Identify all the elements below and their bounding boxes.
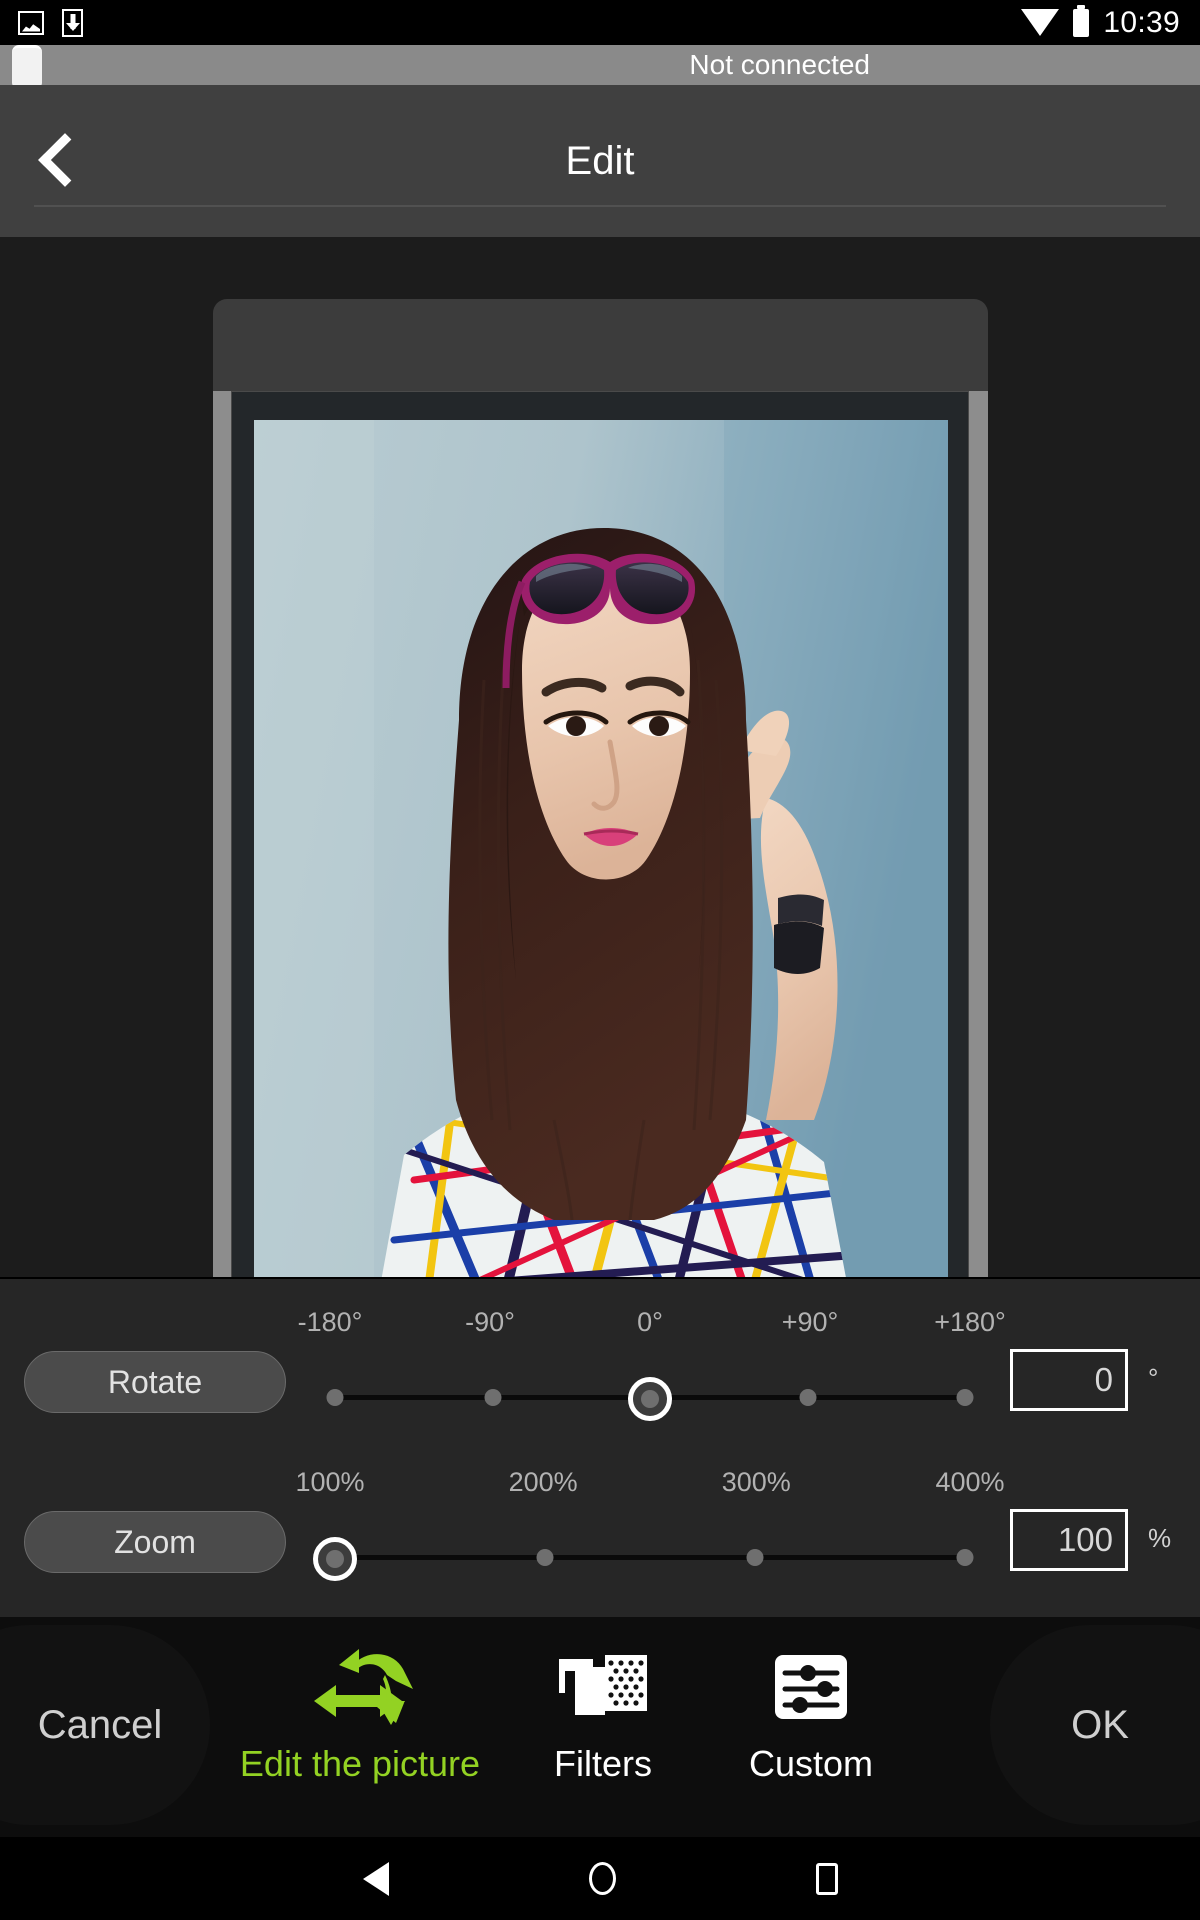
status-bar-right-icons: 10:39 bbox=[1021, 6, 1200, 40]
rotate-slider-tick bbox=[484, 1389, 501, 1406]
page-title: Edit bbox=[565, 138, 635, 183]
rotate-scale-labels: -180° -90° 0° +90° +180° bbox=[298, 1307, 1006, 1347]
tool-edit-the-picture[interactable]: Edit the picture bbox=[235, 1643, 485, 1823]
zoom-slider-scale-label: 200% bbox=[508, 1467, 578, 1497]
rotate-flip-icon bbox=[301, 1643, 419, 1731]
bottom-toolbar: Cancel Edit the picture Filters Custom O… bbox=[0, 1617, 1200, 1837]
zoom-value-input[interactable]: 100 bbox=[1010, 1509, 1128, 1571]
photo-frame bbox=[231, 391, 969, 1277]
back-icon[interactable] bbox=[362, 1861, 389, 1896]
battery-icon bbox=[1073, 8, 1090, 37]
preview-right-gutter bbox=[968, 391, 988, 1277]
zoom-slider[interactable] bbox=[313, 1529, 974, 1585]
rotate-slider-scale-label: -180° bbox=[297, 1307, 363, 1337]
cancel-button[interactable]: Cancel bbox=[0, 1625, 210, 1825]
clock-time: 10:39 bbox=[1103, 5, 1180, 39]
rotate-button[interactable]: Rotate bbox=[24, 1351, 286, 1413]
app-bar-divider bbox=[34, 205, 1166, 207]
recents-icon[interactable] bbox=[815, 1862, 838, 1895]
gallery-icon bbox=[18, 10, 44, 35]
zoom-control-row: Zoom 100% 200% 300% 400% 100 % bbox=[0, 1451, 1200, 1611]
zoom-slider-track[interactable] bbox=[335, 1555, 965, 1560]
filters-icon bbox=[553, 1643, 653, 1731]
zoom-slider-scale-label: 100% bbox=[295, 1467, 365, 1497]
zoom-slider-scale-label: 400% bbox=[935, 1467, 1005, 1497]
preview-card[interactable] bbox=[213, 299, 988, 1277]
app-root: 10:39 Not connected Edit Rotate -180° -9… bbox=[0, 0, 1200, 1920]
zoom-slider-tick bbox=[746, 1549, 764, 1566]
sliders-icon bbox=[769, 1643, 853, 1731]
rotate-slider-scale-label: -90° bbox=[465, 1307, 515, 1337]
download-icon bbox=[62, 8, 83, 37]
connection-status-text: Not connected bbox=[689, 49, 870, 80]
controls-panel: Rotate -180° -90° 0° +90° +180° 0 ° Zoom 100… bbox=[0, 1277, 1200, 1617]
tool-label-filters: Filters bbox=[554, 1743, 652, 1784]
app-bar: Edit bbox=[0, 85, 1200, 237]
status-bar: 10:39 bbox=[0, 0, 1200, 45]
rotate-slider-scale-label: +90° bbox=[781, 1307, 839, 1337]
rotate-value-input[interactable]: 0 bbox=[1010, 1349, 1128, 1411]
rotate-slider[interactable] bbox=[326, 1369, 974, 1425]
rotate-unit-label: ° bbox=[1148, 1363, 1159, 1393]
zoom-unit-label: % bbox=[1148, 1523, 1172, 1553]
zoom-scale-labels: 100% 200% 300% 400% bbox=[295, 1467, 1004, 1507]
wifi-icon bbox=[1021, 9, 1060, 36]
zoom-slider-scale-label: 300% bbox=[721, 1467, 791, 1497]
connection-bar: Not connected bbox=[0, 45, 1200, 87]
tool-custom[interactable]: Custom bbox=[686, 1643, 936, 1823]
zoom-slider-tick bbox=[536, 1549, 554, 1566]
rotate-slider-scale-label: +180° bbox=[934, 1307, 1006, 1337]
preview-left-gutter bbox=[213, 391, 233, 1277]
rotate-slider-tick bbox=[326, 1389, 344, 1406]
zoom-button[interactable]: Zoom bbox=[24, 1511, 286, 1573]
device-icon bbox=[12, 45, 42, 87]
photo-image bbox=[254, 420, 948, 1277]
rotate-slider-tick bbox=[799, 1389, 816, 1406]
tool-label-edit-the-picture: Edit the picture bbox=[239, 1743, 481, 1784]
tool-label-custom: Custom bbox=[748, 1743, 874, 1784]
home-icon[interactable] bbox=[588, 1862, 616, 1895]
preview-stage bbox=[0, 237, 1200, 1277]
ok-button[interactable]: OK bbox=[990, 1625, 1200, 1825]
status-bar-left-icons bbox=[0, 8, 83, 37]
android-nav-bar bbox=[0, 1837, 1200, 1920]
rotate-slider-tick bbox=[956, 1389, 974, 1406]
rotate-slider-thumb[interactable] bbox=[628, 1377, 672, 1421]
rotate-control-row: Rotate -180° -90° 0° +90° +180° 0 ° bbox=[0, 1291, 1200, 1451]
zoom-slider-tick bbox=[956, 1549, 974, 1566]
zoom-slider-thumb[interactable] bbox=[313, 1537, 357, 1581]
rotate-slider-scale-label: 0° bbox=[637, 1307, 663, 1337]
